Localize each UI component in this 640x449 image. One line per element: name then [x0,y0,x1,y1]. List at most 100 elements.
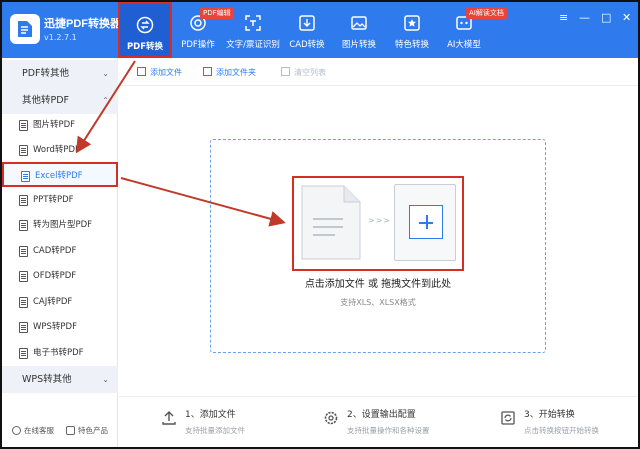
chevron-up-icon: ⌃ [102,96,109,105]
file-icon [19,220,28,231]
upload-icon [162,411,176,425]
tab-label: CAD转换 [289,40,325,50]
pdf-edit-badge[interactable]: PDF编辑 [200,7,234,19]
sidebar-item-image-to-pdf[interactable]: 图片转PDF [2,113,118,138]
headset-icon [12,426,21,435]
file-icon [19,271,28,282]
convert-icon [136,16,154,34]
tab-label: 图片转换 [341,40,376,50]
sidebar: PDF转其他 ⌄ 其他转PDF ⌃ 图片转PDF Word转PDF Excel转… [2,58,118,447]
step-subtitle: 支持批量添加文件 [185,426,245,435]
step-title: 2、设置输出配置 [347,410,416,420]
file-icon [19,120,28,131]
sidebar-item-ebook-to-pdf[interactable]: 电子书转PDF [2,341,118,366]
step-title: 1、添加文件 [185,410,236,420]
sidebar-item-label: CAJ转PDF [33,297,73,307]
clear-list-button[interactable]: 清空列表 [281,67,326,78]
close-button[interactable]: ✕ [622,11,631,24]
tab-label: PDF操作 [181,40,215,50]
online-support-link[interactable]: 在线客服 [12,425,54,436]
sidebar-item-image-pdf[interactable]: 转为图片型PDF [2,213,118,238]
sidebar-section-wps-to-other[interactable]: WPS转其他 ⌄ [2,366,118,393]
step-subtitle: 点击转换按钮开始转换 [524,426,599,435]
tab-label: 特色转换 [394,40,429,50]
add-file-button[interactable]: 添加文件 [137,67,182,78]
logo-icon [18,21,32,37]
sidebar-section-other-to-pdf[interactable]: 其他转PDF ⌃ [2,87,118,114]
file-icon [19,246,28,257]
sidebar-item-label: 转为图片型PDF [33,220,93,230]
sidebar-item-cad-to-pdf[interactable]: CAD转PDF [2,239,118,264]
file-icon [19,348,28,359]
sidebar-item-wps-to-pdf[interactable]: WPS转PDF [2,315,118,340]
app-version: v1.2.7.1 [44,33,77,42]
step-title: 3、开始转换 [524,410,575,420]
footer-label: 在线客服 [24,426,54,435]
file-icon [21,171,30,182]
menu-button[interactable]: ≡ [559,11,568,24]
plus-icon [409,205,443,239]
file-icon [19,297,28,308]
app-logo [10,14,40,44]
gear-icon [324,411,338,425]
featured-products-link[interactable]: 特色产品 [66,425,108,436]
footer-label: 特色产品 [78,426,108,435]
sidebar-item-label: OFD转PDF [33,271,77,281]
scan-text-icon [245,15,261,31]
sidebar-item-ppt-to-pdf[interactable]: PPT转PDF [2,188,118,213]
cad-icon [299,15,315,31]
folder-icon [203,67,212,76]
clear-list-label: 清空列表 [294,68,326,77]
file-icon [19,145,28,156]
steps-bar: 1、添加文件 支持批量添加文件 2、设置输出配置 支持批量操作和各种设置 3、开… [119,396,638,447]
ai-doc-badge[interactable]: AI解读文档 [466,7,507,19]
chevron-down-icon: ⌄ [102,69,109,78]
step-settings: 2、设置输出配置 支持批量操作和各种设置 [324,407,430,436]
tab-pdf-convert[interactable]: PDF转换 [118,2,172,58]
section-label: PDF转其他 [22,68,70,79]
sidebar-item-label: PPT转PDF [33,195,74,205]
tab-label: AI大模型 [447,40,481,50]
supported-formats-hint: 支持XLS、XLSX格式 [340,298,416,307]
sidebar-item-ofd-to-pdf[interactable]: OFD转PDF [2,264,118,289]
maximize-button[interactable]: □ [601,11,611,24]
sidebar-item-label: 图片转PDF [33,120,76,130]
tab-image[interactable]: 图片转换 [338,2,380,58]
star-box-icon [404,15,420,31]
section-label: WPS转其他 [22,374,72,385]
sidebar-item-label: 电子书转PDF [33,348,84,358]
sidebar-item-word-to-pdf[interactable]: Word转PDF [2,138,118,163]
add-folder-button[interactable]: 添加文件夹 [203,67,256,78]
sidebar-section-pdf-to-other[interactable]: PDF转其他 ⌄ [2,60,118,87]
file-icon [19,322,28,333]
minimize-button[interactable]: — [579,11,590,24]
step-subtitle: 支持批量操作和各种设置 [347,426,430,435]
top-bar: 迅捷PDF转换器 v1.2.7.1 PDF转换 PDF操作 文字/票证识别 CA… [2,2,638,58]
add-file-label: 添加文件 [150,68,182,77]
add-file-icon [137,67,146,76]
grid-icon [66,426,75,435]
refresh-icon [501,411,515,425]
tab-cad[interactable]: CAD转换 [286,2,328,58]
arrows-indicator: >>> [368,216,392,225]
section-label: 其他转PDF [22,95,70,106]
trash-icon [281,67,290,76]
document-icon [301,185,361,260]
drop-zone-hint[interactable]: 点击添加文件 或 拖拽文件到此处 [210,275,546,290]
file-icon [19,195,28,206]
tab-label: PDF转换 [126,42,164,52]
step-add-file: 1、添加文件 支持批量添加文件 [162,407,245,436]
sidebar-item-label: CAD转PDF [33,246,77,256]
sidebar-item-caj-to-pdf[interactable]: CAJ转PDF [2,290,118,315]
chevron-down-icon: ⌄ [102,375,109,384]
sidebar-item-excel-to-pdf[interactable]: Excel转PDF [2,162,118,187]
step-start: 3、开始转换 点击转换按钮开始转换 [501,407,599,436]
app-title: 迅捷PDF转换器 [44,18,121,30]
sidebar-item-label: Word转PDF [33,145,80,155]
sidebar-item-label: Excel转PDF [35,171,83,181]
image-icon [351,16,367,30]
add-folder-label: 添加文件夹 [216,68,256,77]
tab-special[interactable]: 特色转换 [390,2,434,58]
add-file-plus-button[interactable] [394,184,456,261]
sidebar-item-label: WPS转PDF [33,322,77,332]
